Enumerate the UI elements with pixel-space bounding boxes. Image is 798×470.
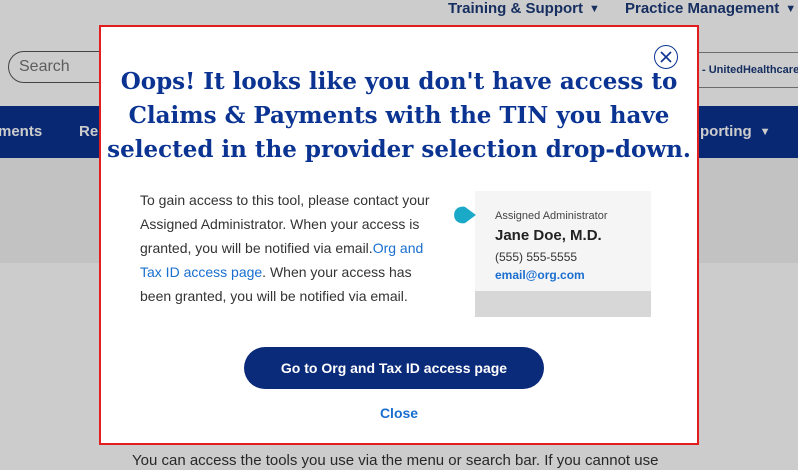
admin-phone: (555) 555-5555 <box>495 250 578 264</box>
admin-email: email@org.com <box>495 268 585 282</box>
modal-title: Oops! It looks like you don't have acces… <box>107 68 691 163</box>
admin-name: Jane Doe, M.D. <box>495 227 602 244</box>
pointer-icon <box>454 206 476 224</box>
go-to-org-tax-id-button[interactable]: Go to Org and Tax ID access page <box>244 347 544 389</box>
close-link[interactable]: Close <box>101 405 697 421</box>
admin-role-label: Assigned Administrator <box>495 210 608 222</box>
assigned-admin-card: Assigned Administrator Jane Doe, M.D. (5… <box>475 191 651 317</box>
access-denied-modal: Oops! It looks like you don't have acces… <box>99 25 699 445</box>
modal-body: To gain access to this tool, please cont… <box>140 188 440 308</box>
assigned-admin-card-panel: Assigned Administrator Jane Doe, M.D. (5… <box>475 191 651 291</box>
close-icon-glyph <box>660 51 672 63</box>
